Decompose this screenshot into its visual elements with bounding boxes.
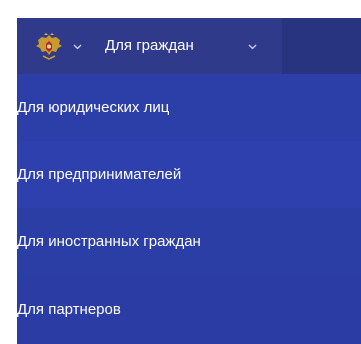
chevron-down-icon[interactable]	[73, 44, 82, 50]
header-bar-right-section	[282, 18, 361, 74]
menu-item-label: Для партнеров	[17, 301, 121, 318]
menu-item-legal-entities[interactable]: Для юридических лиц	[17, 74, 361, 141]
menu-item-label: Для юридических лиц	[17, 99, 170, 116]
audience-selector[interactable]: Для граждан	[105, 35, 194, 57]
menu-item-label: Для предпринимателей	[17, 166, 182, 183]
menu-item-partners[interactable]: Для партнеров	[17, 275, 361, 344]
header-bar: Для граждан	[17, 18, 361, 74]
coat-of-arms-icon[interactable]	[34, 32, 64, 62]
menu-item-foreign-citizens[interactable]: Для иностранных граждан	[17, 208, 361, 275]
chevron-down-icon[interactable]	[248, 44, 257, 50]
menu-item-entrepreneurs[interactable]: Для предпринимателей	[17, 141, 361, 208]
navigation-panel: Для граждан Для юридических лиц Для пред…	[17, 18, 361, 344]
audience-dropdown-menu: Для юридических лиц Для предпринимателей…	[17, 74, 361, 344]
menu-item-label: Для иностранных граждан	[17, 233, 201, 250]
